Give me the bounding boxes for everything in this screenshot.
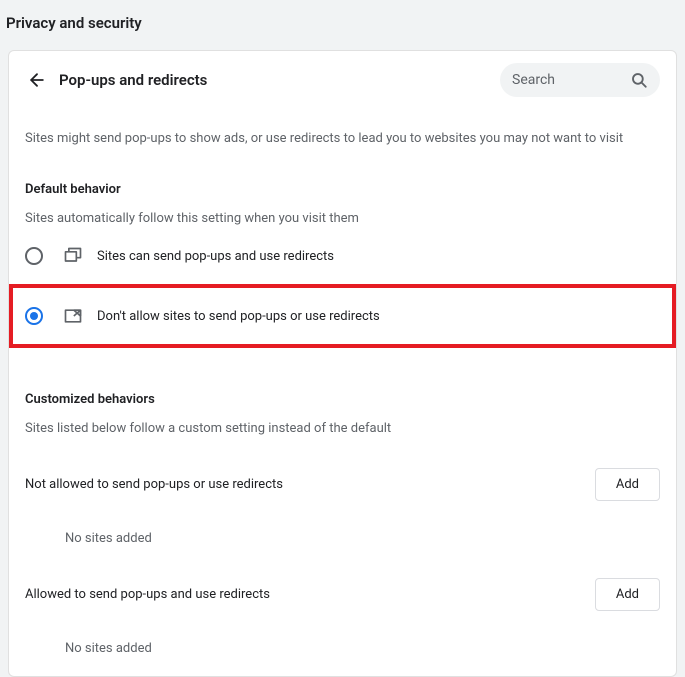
not-allowed-empty: No sites added — [9, 501, 676, 546]
page-title: Pop-ups and redirects — [59, 71, 500, 89]
allowed-row: Allowed to send pop-ups and use redirect… — [9, 546, 676, 611]
arrow-left-icon — [27, 70, 47, 90]
back-button[interactable] — [23, 66, 51, 94]
search-input[interactable] — [512, 72, 630, 88]
option-allow-label: Sites can send pop-ups and use redirects — [97, 249, 334, 264]
page-category-title: Privacy and security — [6, 14, 679, 32]
customized-title: Customized behaviors — [9, 356, 676, 407]
radio-unselected-icon — [25, 247, 43, 265]
popups-block-icon — [63, 306, 83, 326]
search-box[interactable] — [500, 63, 660, 97]
allowed-empty: No sites added — [9, 611, 676, 656]
customized-description: Sites listed below follow a custom setti… — [9, 407, 676, 436]
default-behavior-title: Default behavior — [9, 146, 676, 197]
search-icon — [630, 71, 648, 89]
option-allow-popups[interactable]: Sites can send pop-ups and use redirects — [9, 232, 676, 280]
highlighted-selection: Don't allow sites to send pop-ups or use… — [9, 284, 676, 348]
settings-card: Pop-ups and redirects Sites might send p… — [8, 50, 677, 677]
option-block-popups[interactable]: Don't allow sites to send pop-ups or use… — [13, 288, 672, 344]
not-allowed-label: Not allowed to send pop-ups or use redir… — [25, 477, 283, 492]
add-allowed-button[interactable]: Add — [595, 578, 660, 611]
default-behavior-description: Sites automatically follow this setting … — [9, 197, 676, 226]
option-block-label: Don't allow sites to send pop-ups or use… — [97, 309, 380, 324]
page-description: Sites might send pop-ups to show ads, or… — [9, 107, 676, 146]
card-header: Pop-ups and redirects — [9, 51, 676, 107]
radio-selected-icon — [25, 307, 43, 325]
allowed-label: Allowed to send pop-ups and use redirect… — [25, 587, 270, 602]
top-header: Privacy and security — [0, 0, 685, 48]
not-allowed-row: Not allowed to send pop-ups or use redir… — [9, 436, 676, 501]
add-not-allowed-button[interactable]: Add — [595, 468, 660, 501]
popups-allow-icon — [63, 246, 83, 266]
